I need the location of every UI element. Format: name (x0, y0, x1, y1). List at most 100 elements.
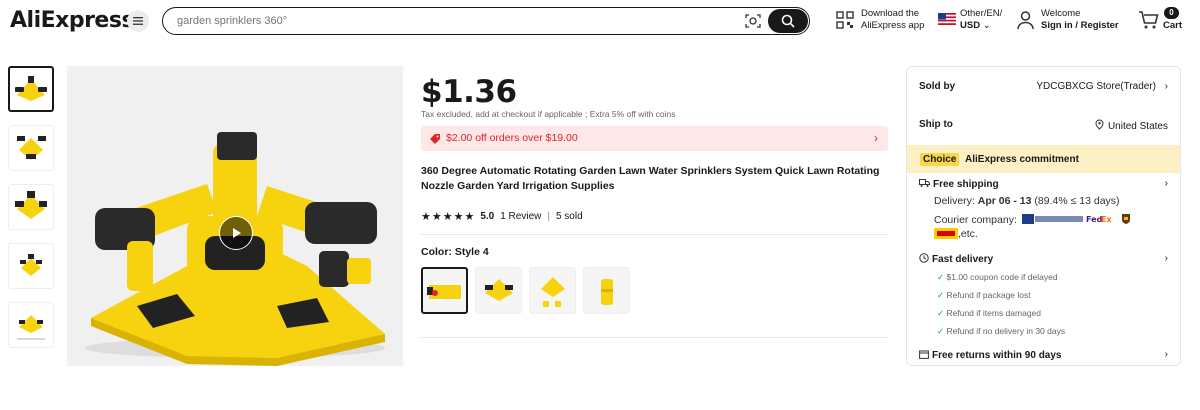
choice-commitment-banner: Choice AliExpress commitment (907, 145, 1180, 173)
image-search-icon[interactable] (745, 13, 761, 29)
fast-delivery-row[interactable]: Fast delivery › (919, 253, 1168, 265)
sold-count: 5 sold (555, 211, 583, 222)
perk-text: $1.00 coupon code if delayed (946, 272, 1058, 282)
perk-text: Refund if items damaged (946, 308, 1042, 318)
perk-text: Refund if package lost (946, 290, 1031, 300)
coupon-banner[interactable]: $2.00 off orders over $19.00 › (421, 126, 888, 151)
product-title: 360 Degree Automatic Rotating Garden Law… (421, 165, 880, 192)
courier-row-2: ,etc. (934, 228, 1168, 240)
delivery-label: Delivery: (934, 195, 975, 207)
hamburger-icon (133, 17, 143, 25)
seller-shipping-panel: Sold by YDCGBXCG Store(Trader) › Ship to… (906, 66, 1181, 366)
free-returns-label: Free returns within 90 days (932, 350, 1062, 361)
divider (421, 337, 888, 338)
locale-line-1: Other/EN/ (960, 8, 1003, 19)
chevron-right-icon: › (1164, 81, 1168, 92)
thumbnail-2[interactable] (8, 125, 54, 171)
check-icon: ✓ (937, 308, 945, 318)
star-rating-icon: ★★★★★ (421, 211, 476, 223)
divider (421, 234, 888, 235)
sold-by-label: Sold by (919, 81, 956, 92)
user-icon[interactable] (1017, 10, 1034, 30)
main-product-image[interactable] (67, 66, 403, 366)
cart-icon[interactable] (1138, 10, 1160, 30)
free-shipping-label: Free shipping (933, 179, 999, 190)
return-box-icon (919, 350, 929, 359)
thumbnail-5[interactable] (8, 302, 54, 348)
play-video-button[interactable] (219, 216, 253, 250)
courier-logos-icon: FedEx (1021, 214, 1112, 224)
sprinkler-dimension-thumb-image (17, 315, 45, 340)
download-line-2: AliExpress app (861, 20, 925, 31)
us-flag-icon (938, 13, 956, 25)
perk-item: ✓ Refund if no delivery in 30 days (937, 326, 1168, 337)
cart-count-badge: 0 (1164, 7, 1179, 19)
download-app-link[interactable]: Download the AliExpress app (861, 8, 924, 32)
qr-code-icon[interactable] (836, 11, 854, 29)
free-returns-row[interactable]: Free returns within 90 days › (919, 349, 1168, 361)
chevron-down-icon: ⌄ (982, 20, 991, 31)
sprinkler-thumb-image (20, 254, 42, 276)
chevron-right-icon: › (1164, 178, 1168, 189)
color-swatches (421, 267, 630, 314)
cart-label[interactable]: Cart (1163, 20, 1182, 32)
aliexpress-logo[interactable]: AliExpress (10, 8, 135, 33)
swatch-style-3[interactable] (583, 267, 630, 314)
check-icon: ✓ (937, 290, 945, 300)
store-name[interactable]: YDCGBXCG Store(Trader) (1036, 81, 1156, 92)
courier-row: Courier company: Fed Ex (934, 213, 1168, 226)
search-icon (781, 14, 795, 28)
clock-icon (919, 253, 929, 263)
free-shipping-row[interactable]: Free shipping › (919, 178, 1168, 190)
ship-to-country: United States (1107, 121, 1168, 132)
swatch-image (600, 278, 613, 305)
choice-badge: Choice (920, 153, 960, 166)
thumbnail-1[interactable] (8, 66, 54, 112)
review-count-link[interactable]: 1 Review (500, 211, 541, 222)
location-pin-icon (1095, 119, 1104, 130)
swatch-image (484, 278, 513, 301)
rating-summary: ★★★★★ 5.0 1 Review | 5 sold (421, 210, 583, 223)
top-header: AliExpress Download the AliExpress app O… (0, 0, 1200, 44)
search-button[interactable] (768, 9, 808, 33)
tax-note: Tax excluded, add at checkout if applica… (421, 109, 676, 119)
delivery-dates: Apr 06 - 13 (977, 195, 1032, 207)
dhl-logo-icon (934, 228, 958, 239)
ups-logo-icon (1121, 214, 1130, 224)
locale-selector[interactable]: Other/EN/ USD ⌄ (960, 8, 1002, 32)
ship-to-destination: United States (1095, 119, 1168, 132)
delivery-estimate: Delivery: Apr 06 - 13 (89.4% ≤ 13 days) (934, 195, 1168, 207)
perk-text: Refund if no delivery in 30 days (946, 326, 1066, 336)
swatch-style-1[interactable] (475, 267, 522, 314)
check-icon: ✓ (937, 272, 945, 282)
sold-by-row[interactable]: Sold by YDCGBXCG Store(Trader) › (919, 81, 1168, 92)
tag-icon (430, 134, 440, 144)
gallery-thumbnails (8, 66, 56, 361)
delivery-note: (89.4% ≤ 13 days) (1034, 195, 1120, 207)
account-link[interactable]: Welcome Sign in / Register (1041, 8, 1119, 32)
svg-text:Ex: Ex (1101, 215, 1112, 224)
swatch-style-2[interactable] (529, 267, 576, 314)
truck-icon (919, 179, 930, 187)
thumbnail-3[interactable] (8, 184, 54, 230)
ship-to-label: Ship to (919, 119, 953, 130)
sign-in-link[interactable]: Sign in / Register (1041, 20, 1119, 31)
swatch-image (426, 284, 461, 299)
currency-label: USD (960, 20, 981, 31)
thumbnail-4[interactable] (8, 243, 54, 289)
product-price: $1.36 (421, 74, 517, 110)
sprinkler-thumb-image (17, 136, 46, 160)
chevron-right-icon: › (874, 131, 878, 145)
check-icon: ✓ (937, 326, 945, 336)
swatch-style-4[interactable] (421, 267, 468, 314)
perk-item: ✓ Refund if items damaged (937, 308, 1168, 319)
chevron-right-icon: › (1164, 349, 1168, 360)
menu-button[interactable] (127, 10, 149, 32)
search-input[interactable] (177, 13, 737, 29)
fast-delivery-label: Fast delivery (932, 254, 994, 265)
play-icon (233, 228, 241, 238)
ship-to-row[interactable]: Ship to United States (919, 119, 1168, 132)
chevron-right-icon: › (1164, 253, 1168, 264)
rating-value: 5.0 (480, 211, 495, 222)
courier-etc: ,etc. (958, 228, 978, 240)
